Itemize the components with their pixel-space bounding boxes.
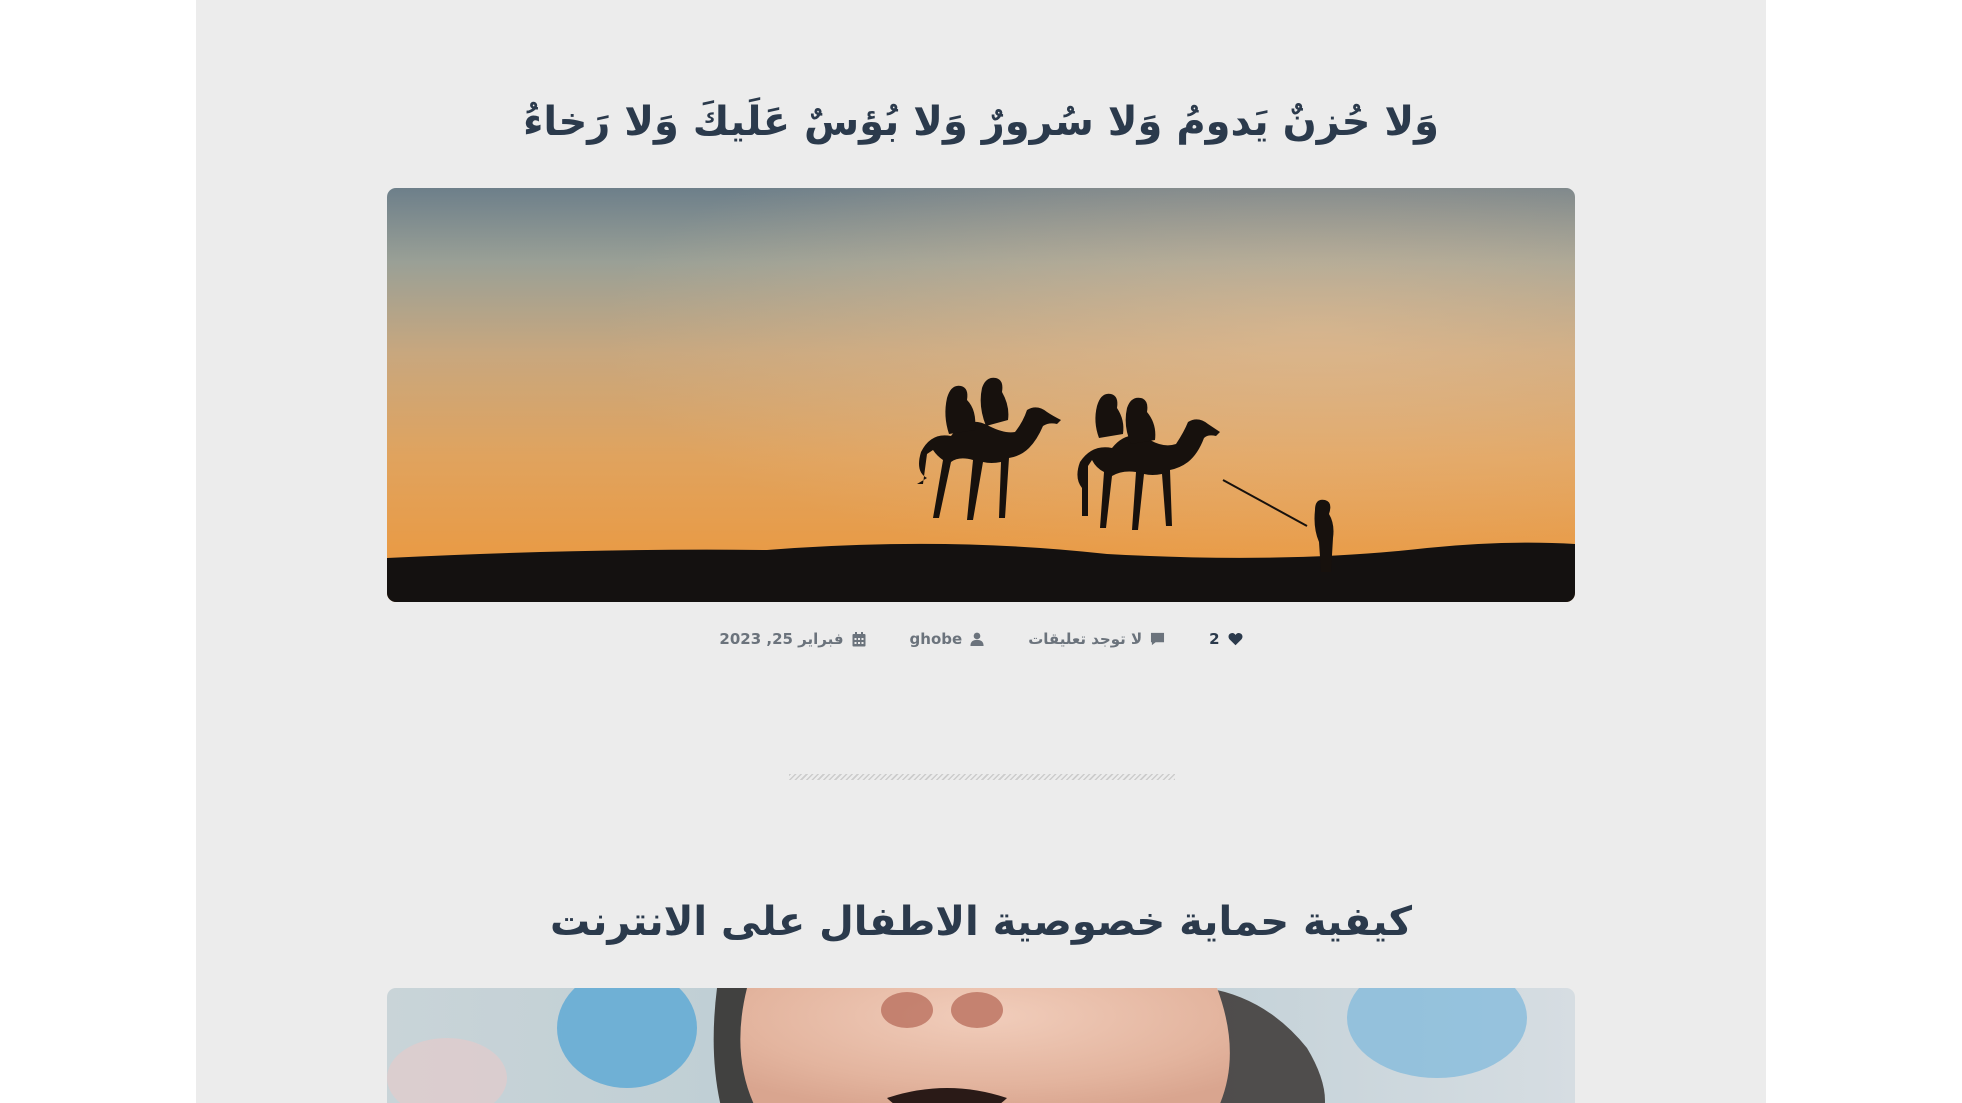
post-meta: 2 لا توجد تعليقات ghobe فبراير 25, 2023 xyxy=(196,626,1766,652)
post-date: فبراير 25, 2023 xyxy=(719,630,844,648)
calendar-icon xyxy=(852,631,866,647)
camel-caravan-image xyxy=(387,188,1575,602)
post-title[interactable]: وَلا حُزنٌ يَدومُ وَلا سُرورٌ وَلا بُؤسٌ… xyxy=(196,92,1766,152)
comments-link[interactable]: لا توجد تعليقات xyxy=(1028,630,1165,648)
baby-face-image xyxy=(387,988,1575,1103)
likes-count: 2 xyxy=(1209,630,1220,648)
author-name: ghobe xyxy=(909,630,963,648)
comment-icon xyxy=(1150,632,1165,646)
author-link[interactable]: ghobe xyxy=(910,630,985,648)
date-link[interactable]: فبراير 25, 2023 xyxy=(719,630,866,648)
post-featured-image[interactable] xyxy=(387,188,1575,602)
user-icon xyxy=(970,632,984,646)
like-button[interactable]: 2 xyxy=(1209,630,1243,648)
post-divider xyxy=(789,774,1175,780)
blog-feed: وَلا حُزنٌ يَدومُ وَلا سُرورٌ وَلا بُؤسٌ… xyxy=(196,0,1766,1103)
heart-icon xyxy=(1228,632,1243,646)
post-title[interactable]: كيفية حماية خصوصية الاطفال على الانترنت xyxy=(196,892,1766,952)
comments-text: لا توجد تعليقات xyxy=(1028,630,1143,648)
post-featured-image[interactable] xyxy=(387,988,1575,1103)
